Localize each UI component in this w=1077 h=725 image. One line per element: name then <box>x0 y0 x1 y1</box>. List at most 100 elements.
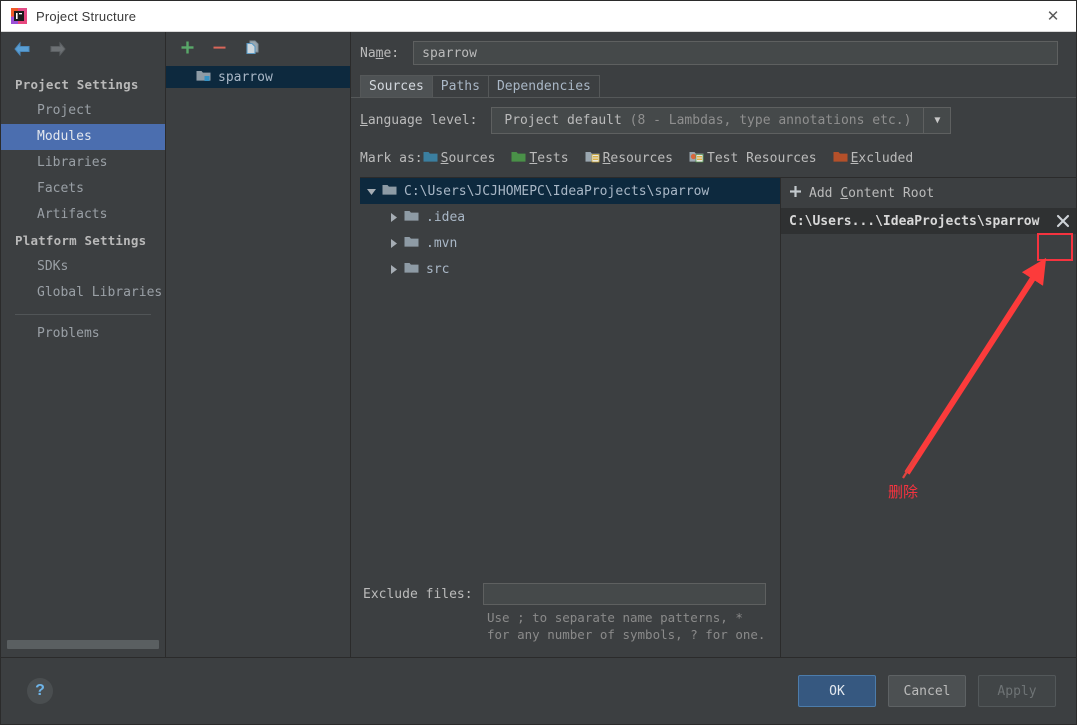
tree-item-label: .idea <box>426 209 466 225</box>
dialog-body: Project Settings Project Modules Librari… <box>1 32 1076 657</box>
sidebar-item-facets[interactable]: Facets <box>1 176 165 202</box>
exclude-files-block: Exclude files: Use ; to separate name pa… <box>360 579 780 657</box>
chevron-down-icon[interactable] <box>360 186 382 197</box>
tab-sources[interactable]: Sources <box>360 75 433 97</box>
back-arrow-icon[interactable] <box>13 41 33 57</box>
sidebar-item-modules[interactable]: Modules <box>1 124 165 150</box>
table-row[interactable]: .idea <box>360 204 780 230</box>
sidebar-group-platform-settings: Platform Settings <box>15 233 147 248</box>
content-root-remove-button[interactable] <box>1050 208 1076 234</box>
folder-icon <box>382 183 397 200</box>
sidebar-group-project-settings: Project Settings <box>15 77 139 92</box>
exclude-files-input[interactable] <box>482 583 766 605</box>
window-close-button[interactable]: ✕ <box>1030 1 1076 31</box>
add-module-icon[interactable] <box>180 40 195 59</box>
exclude-files-label: Exclude files: <box>363 586 473 602</box>
dialog-button-bar: ? OK Cancel Apply <box>1 657 1076 724</box>
tests-folder-icon <box>511 150 526 167</box>
content-tree: C:\Users\JCJHOMEPC\IdeaProjects\sparrow … <box>360 178 780 282</box>
mark-as-sources-button[interactable]: Sources <box>423 150 496 167</box>
table-row[interactable]: .mvn <box>360 230 780 256</box>
add-content-root-label: Add Content Root <box>809 185 935 201</box>
forward-arrow-icon[interactable] <box>47 41 67 57</box>
mark-as-test-resources-button[interactable]: Test Resources <box>689 150 817 167</box>
intellij-idea-icon <box>11 8 27 24</box>
folder-icon <box>404 261 419 278</box>
mark-as-label: Mark as: <box>360 150 423 166</box>
mark-as-tests-label: Tests <box>529 150 569 166</box>
mark-as-tests-button[interactable]: Tests <box>511 150 569 167</box>
module-name-input[interactable] <box>413 41 1058 65</box>
module-item-label: sparrow <box>218 69 273 85</box>
resources-folder-icon <box>585 150 600 167</box>
cancel-button[interactable]: Cancel <box>888 675 966 707</box>
language-level-label: Language level: <box>360 112 478 128</box>
content-root-item[interactable]: C:\Users...\IdeaProjects\sparrow <box>781 208 1076 234</box>
remove-module-icon[interactable] <box>212 40 227 59</box>
mark-as-excluded-button[interactable]: Excluded <box>833 150 914 167</box>
content-split: C:\Users\JCJHOMEPC\IdeaProjects\sparrow … <box>360 177 1076 657</box>
exclude-files-row: Exclude files: <box>363 579 780 609</box>
tree-item-label: C:\Users\JCJHOMEPC\IdeaProjects\sparrow <box>404 183 710 199</box>
sidebar-item-libraries[interactable]: Libraries <box>1 150 165 176</box>
plus-icon <box>789 185 802 202</box>
module-tabs: Sources Paths Dependencies <box>351 74 1076 97</box>
sidebar-item-project[interactable]: Project <box>1 98 165 124</box>
module-name-label: Name: <box>360 45 400 61</box>
tree-item-label: src <box>426 261 450 277</box>
modules-panel: sparrow <box>166 32 351 657</box>
add-content-root-button[interactable]: Add Content Root <box>781 178 1076 208</box>
mark-as-test-resources-label: Test Resources <box>707 150 817 166</box>
exclude-hint-line-2: for any number of symbols, ? for one. <box>487 627 766 642</box>
mark-as-excluded-label: Excluded <box>850 150 914 166</box>
sidebar-items: Project Settings Project Modules Librari… <box>1 66 165 657</box>
sidebar-item-global-libraries[interactable]: Global Libraries <box>1 280 165 306</box>
chevron-right-icon[interactable] <box>382 238 404 249</box>
dialog-actions: OK Cancel Apply <box>798 675 1056 707</box>
content-roots-pane: Add Content Root C:\Users...\IdeaProject… <box>781 178 1076 657</box>
sidebar-item-problems[interactable]: Problems <box>1 321 165 347</box>
sidebar-horizontal-scrollbar[interactable] <box>7 640 159 649</box>
sources-folder-icon <box>423 150 438 167</box>
tab-dependencies[interactable]: Dependencies <box>487 75 600 97</box>
folder-icon <box>404 235 419 252</box>
chevron-right-icon[interactable] <box>382 264 404 275</box>
sidebar-item-sdks[interactable]: SDKs <box>1 254 165 280</box>
mark-as-resources-label: Resources <box>602 150 674 166</box>
module-folder-icon <box>196 69 211 86</box>
mark-as-row: Mark as: Sources Tests Resources Test Re… <box>351 142 1076 174</box>
language-level-value: Project default (8 - Lambdas, type annot… <box>504 112 912 128</box>
content-root-path: C:\Users...\IdeaProjects\sparrow <box>789 213 1040 229</box>
apply-button[interactable]: Apply <box>978 675 1056 707</box>
modules-list: sparrow <box>166 66 350 657</box>
help-button[interactable]: ? <box>27 678 53 704</box>
content-tree-pane: C:\Users\JCJHOMEPC\IdeaProjects\sparrow … <box>360 178 781 657</box>
chevron-down-icon[interactable]: ▼ <box>923 107 950 133</box>
excluded-folder-icon <box>833 150 848 167</box>
title-bar: Project Structure ✕ <box>1 1 1076 32</box>
modules-toolbar <box>166 32 350 66</box>
tab-paths[interactable]: Paths <box>431 75 489 97</box>
language-level-row: Language level: Project default (8 - Lam… <box>351 98 1076 142</box>
settings-sidebar: Project Settings Project Modules Librari… <box>1 32 166 657</box>
test-resources-folder-icon <box>689 150 704 167</box>
copy-module-icon[interactable] <box>244 39 261 60</box>
sidebar-divider <box>15 314 151 315</box>
ok-button[interactable]: OK <box>798 675 876 707</box>
chevron-right-icon[interactable] <box>382 212 404 223</box>
tree-item-label: .mvn <box>426 235 458 251</box>
mark-as-sources-label: Sources <box>440 150 496 166</box>
window-title: Project Structure <box>36 8 137 24</box>
sidebar-item-artifacts[interactable]: Artifacts <box>1 202 165 228</box>
module-detail-pane: Name: Sources Paths Dependencies Languag… <box>351 32 1076 657</box>
folder-icon <box>404 209 419 226</box>
project-structure-dialog: Project Structure ✕ Project Settings Pro… <box>0 0 1077 725</box>
table-row[interactable]: C:\Users\JCJHOMEPC\IdeaProjects\sparrow <box>360 178 780 204</box>
content-roots-empty-area <box>781 234 1076 657</box>
language-level-combobox[interactable]: Project default (8 - Lambdas, type annot… <box>491 106 952 134</box>
mark-as-resources-button[interactable]: Resources <box>585 150 673 167</box>
sidebar-nav <box>1 32 165 66</box>
module-item-sparrow[interactable]: sparrow <box>166 66 350 88</box>
module-name-row: Name: <box>351 32 1076 74</box>
table-row[interactable]: src <box>360 256 780 282</box>
